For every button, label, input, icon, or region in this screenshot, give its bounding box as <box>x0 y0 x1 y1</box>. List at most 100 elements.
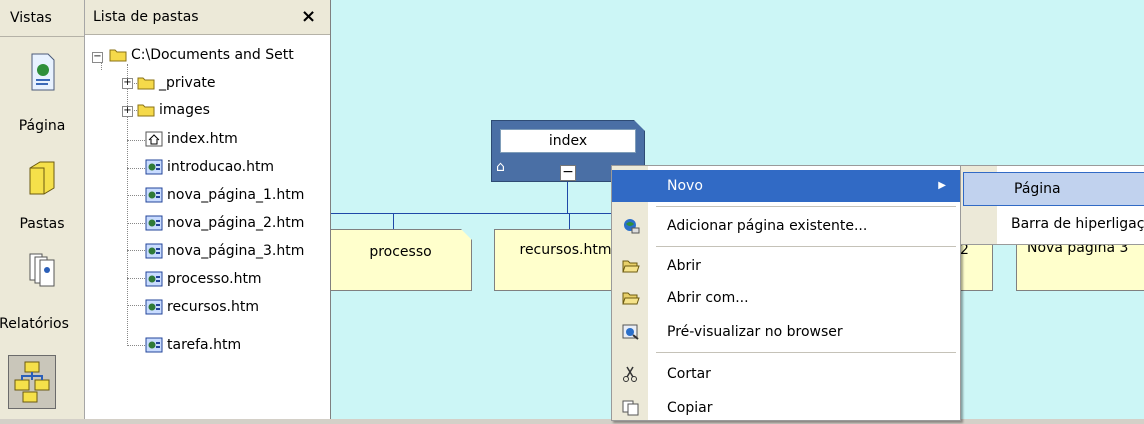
submenu-arrow-icon: ▶ <box>938 180 946 191</box>
navigation-icon <box>14 361 50 403</box>
preview-icon <box>622 324 639 340</box>
view-reports-button[interactable]: Relatórios <box>0 248 84 338</box>
submenu-item-label: Barra de hiperligações <box>1011 216 1144 232</box>
connector-line <box>567 180 568 214</box>
menu-item-label: Abrir com... <box>667 290 749 306</box>
root-page-label: index <box>500 129 636 153</box>
tree-line <box>127 195 145 196</box>
tree-line <box>127 305 145 306</box>
tree-line <box>101 62 102 70</box>
tree-folder-label: images <box>159 102 210 118</box>
page-icon <box>31 53 55 91</box>
tree-line <box>127 345 145 346</box>
copy-icon <box>622 400 639 416</box>
tree-file[interactable]: nova_página_3.htm <box>145 240 304 262</box>
page-fold <box>634 120 645 131</box>
views-title: Vistas <box>10 10 52 26</box>
folder-list-title: Lista de pastas <box>93 9 199 25</box>
menu-item-label: Novo <box>667 178 703 194</box>
tree-file-label: nova_página_1.htm <box>167 187 305 203</box>
tree-file-label: recursos.htm <box>167 299 259 315</box>
tree-folder-images[interactable]: images <box>137 99 210 121</box>
web-page-icon <box>145 159 163 175</box>
folder-list-header: Lista de pastas × <box>85 0 330 35</box>
tree-file[interactable]: nova_página_2.htm <box>145 212 304 234</box>
open-with-icon <box>622 292 640 305</box>
expand-icon[interactable]: + <box>122 106 133 117</box>
home-page-icon <box>145 131 163 147</box>
tree-line <box>127 278 145 279</box>
tree-folder-label: _private <box>159 75 216 91</box>
tree-line <box>127 250 145 251</box>
tree-root[interactable]: C:\Documents and Sett <box>109 44 294 66</box>
expand-icon[interactable]: + <box>122 78 133 89</box>
view-navigation-button[interactable] <box>8 355 56 409</box>
menu-item-novo[interactable]: Novo ▶ <box>612 170 960 202</box>
submenu-item-page[interactable]: Página <box>963 172 1144 206</box>
tree-file[interactable]: introducao.htm <box>145 156 274 178</box>
folder-icon <box>109 47 127 63</box>
submenu-item-link-bar[interactable]: Barra de hiperligações <box>961 208 1144 240</box>
menu-separator <box>656 206 956 207</box>
view-page-label: Página <box>18 118 66 134</box>
connector-line <box>569 213 570 229</box>
page-node-label: processo <box>369 244 432 260</box>
menu-item-label: Cortar <box>667 366 711 382</box>
tree-line <box>127 168 145 169</box>
page-fold <box>461 229 472 240</box>
menu-item-open[interactable]: Abrir <box>612 250 960 282</box>
tree-line <box>127 140 145 141</box>
tree-root-label: C:\Documents and Sett <box>131 47 294 63</box>
folder-list-panel: Lista de pastas × − C:\Documents and Set… <box>85 0 331 419</box>
tree-file-label: index.htm <box>167 131 238 147</box>
folder-icon <box>137 75 155 91</box>
web-page-icon <box>145 215 163 231</box>
open-folder-icon <box>622 260 640 273</box>
home-icon: ⌂ <box>496 159 505 175</box>
tree-file-label: processo.htm <box>167 271 262 287</box>
tree-file[interactable]: recursos.htm <box>145 296 259 318</box>
web-page-icon <box>145 337 163 353</box>
tree-file-index[interactable]: index.htm <box>145 128 238 150</box>
add-page-icon <box>624 219 640 234</box>
new-submenu: Página Barra de hiperligações <box>960 165 1144 245</box>
tree-file[interactable]: tarefa.htm <box>145 334 241 356</box>
view-folders-label: Pastas <box>19 216 65 232</box>
page-node[interactable]: processo <box>331 229 472 291</box>
tree-file-label: nova_página_2.htm <box>167 215 305 231</box>
collapse-icon[interactable]: − <box>560 165 576 181</box>
tree-file[interactable]: nova_página_1.htm <box>145 184 304 206</box>
tree-file[interactable]: processo.htm <box>145 268 262 290</box>
tree-file-label: nova_página_3.htm <box>167 243 305 259</box>
menu-item-label: Pré-visualizar no browser <box>667 324 843 340</box>
menu-item-preview[interactable]: Pré-visualizar no browser <box>612 316 960 348</box>
close-icon[interactable]: × <box>301 6 316 27</box>
views-bar: Vistas Página Pastas Relatórios <box>0 0 85 419</box>
menu-item-label: Abrir <box>667 258 701 274</box>
menu-separator <box>656 352 956 353</box>
folder-icon <box>29 161 55 195</box>
cut-icon <box>623 366 637 382</box>
tree-folder-private[interactable]: _private <box>137 72 216 94</box>
tree-line <box>127 223 145 224</box>
web-page-icon <box>145 243 163 259</box>
menu-item-add-existing-page[interactable]: Adicionar página existente... <box>612 210 960 242</box>
view-reports-label: Relatórios <box>0 316 69 332</box>
context-menu: Novo ▶ Adicionar página existente... Abr… <box>611 165 961 421</box>
submenu-item-label: Página <box>1014 181 1061 197</box>
view-page-button[interactable]: Página <box>0 50 84 140</box>
web-page-icon <box>145 299 163 315</box>
tree-file-label: tarefa.htm <box>167 337 242 353</box>
web-page-icon <box>145 271 163 287</box>
menu-separator <box>656 246 956 247</box>
web-page-icon <box>145 187 163 203</box>
folder-icon <box>137 102 155 118</box>
collapse-root-icon[interactable]: − <box>92 52 103 63</box>
menu-item-cut[interactable]: Cortar <box>612 358 960 390</box>
views-header: Vistas <box>0 0 84 37</box>
menu-item-copy[interactable]: Copiar <box>612 392 960 424</box>
tree-file-label: introducao.htm <box>167 159 275 175</box>
menu-item-label: Adicionar página existente... <box>667 218 868 234</box>
menu-item-open-with[interactable]: Abrir com... <box>612 282 960 314</box>
view-folders-button[interactable]: Pastas <box>0 158 84 238</box>
